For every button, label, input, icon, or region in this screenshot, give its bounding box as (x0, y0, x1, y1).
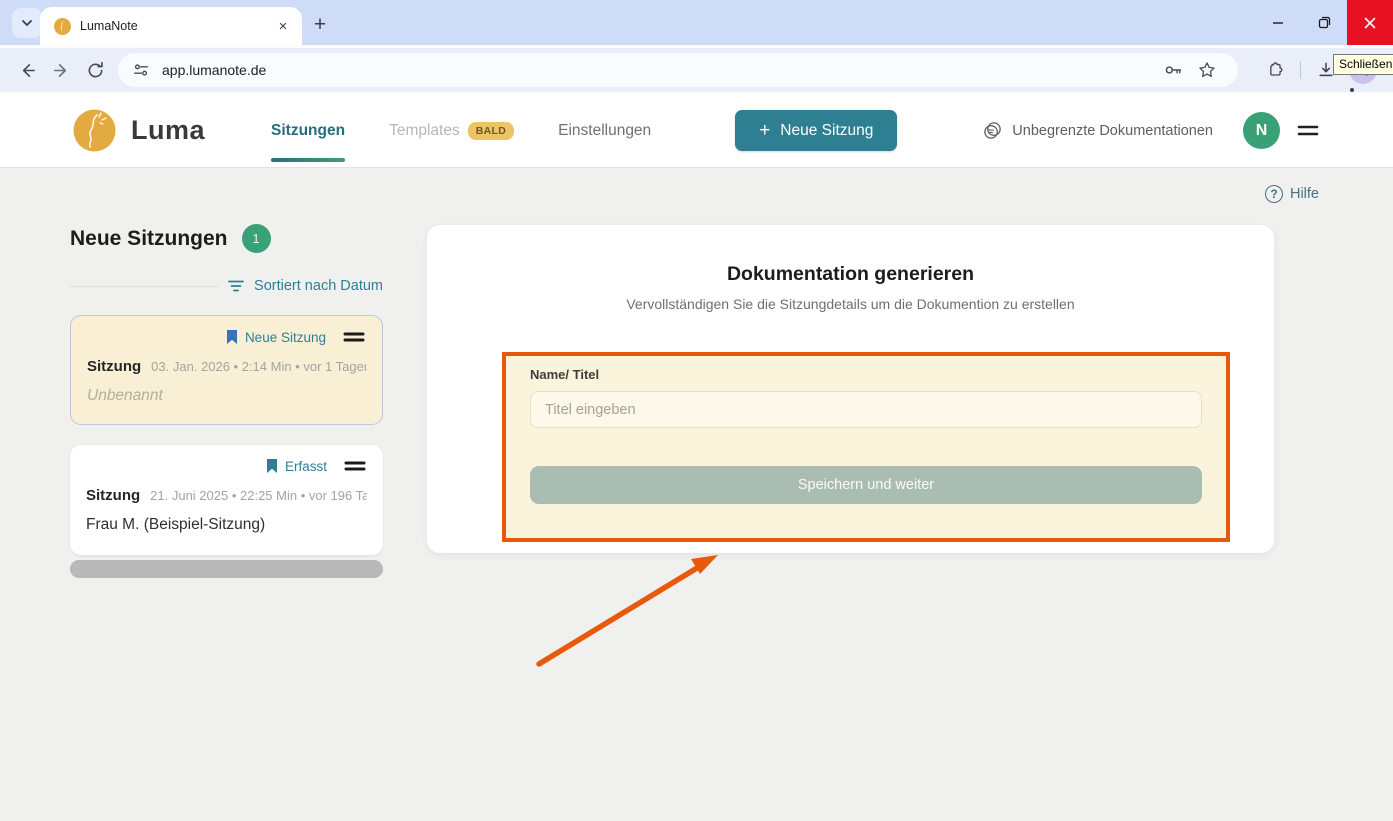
plus-icon: + (759, 121, 770, 140)
session-type: Sitzung (86, 487, 140, 504)
title-field-label: Name/ Titel (530, 367, 1202, 382)
session-name[interactable]: Unbenannt (87, 387, 366, 405)
close-window-button[interactable] (1347, 0, 1393, 45)
help-label: Hilfe (1290, 186, 1319, 202)
session-type: Sitzung (87, 358, 141, 375)
close-icon (1364, 17, 1376, 29)
session-status-tag[interactable]: Neue Sitzung (225, 329, 326, 345)
card-menu-icon (342, 330, 366, 344)
reload-button[interactable] (78, 53, 112, 87)
back-icon (18, 61, 37, 80)
tab-search-button[interactable] (12, 8, 42, 38)
browser-window: LumaNote × + app.lumanote.d (0, 0, 1393, 821)
forward-button[interactable] (44, 53, 78, 87)
panel-subtitle: Vervollständigen Sie die Sitzungdetails … (427, 296, 1274, 312)
nav-item-einstellungen[interactable]: Einstellungen (536, 94, 673, 167)
url-text[interactable]: app.lumanote.de (162, 62, 1156, 78)
bookmark-icon (225, 329, 239, 345)
page-content: ? Hilfe Neue Sitzungen 1 Sortiert nach D… (0, 168, 1393, 821)
session-card-new[interactable]: Neue Sitzung Sitzung 03. Jan. 2026 • 2:1… (70, 315, 383, 425)
active-tab-underline (271, 158, 345, 162)
window-controls (1255, 0, 1393, 45)
back-button[interactable] (10, 53, 44, 87)
save-and-continue-button[interactable]: Speichern und weiter (530, 466, 1202, 504)
restore-button[interactable] (1301, 0, 1347, 45)
session-meta: 03. Jan. 2026 • 2:14 Min • vor 1 Tagen (151, 359, 366, 374)
plan-label: Unbegrenzte Dokumentationen (1012, 123, 1213, 139)
plan-indicator: Unbegrenzte Dokumentationen (982, 120, 1213, 141)
session-count-badge: 1 (242, 224, 271, 253)
forward-icon (52, 61, 71, 80)
site-settings-icon (132, 61, 150, 79)
nav-item-sitzungen[interactable]: Sitzungen (249, 94, 367, 167)
annotation-highlight-box: Name/ Titel Speichern und weiter (502, 352, 1230, 542)
menu-kebab-icon[interactable] (1350, 88, 1354, 92)
nav-item-templates[interactable]: Templates BALD (367, 94, 536, 167)
brand[interactable]: Luma (72, 108, 205, 153)
card-menu-button[interactable] (343, 459, 367, 473)
browser-tab[interactable]: LumaNote × (40, 7, 302, 45)
panel-title: Dokumentation generieren (427, 263, 1274, 286)
tab-close-icon[interactable]: × (274, 17, 292, 35)
card-menu-icon (343, 459, 367, 473)
session-card-example[interactable]: Erfasst Sitzung 21. Juni 2025 • 22:25 Mi… (70, 445, 383, 555)
session-status-tag[interactable]: Erfasst (265, 458, 327, 474)
question-icon: ? (1265, 185, 1283, 203)
chevron-down-icon (20, 16, 34, 30)
app-header: Luma Sitzungen Templates BALD Einstellun… (0, 94, 1393, 168)
help-link[interactable]: ? Hilfe (1265, 185, 1319, 203)
bookmark-icon (265, 458, 279, 474)
title-input[interactable] (530, 391, 1202, 428)
session-name[interactable]: Frau M. (Beispiel-Sitzung) (86, 516, 367, 534)
key-icon (1162, 59, 1184, 81)
address-bar[interactable]: app.lumanote.de (118, 53, 1238, 87)
sidebar-header: Neue Sitzungen 1 (70, 224, 271, 253)
tab-favicon-icon (54, 18, 71, 35)
restore-icon (1318, 16, 1331, 29)
session-progress-bar (70, 560, 383, 578)
new-tab-button[interactable]: + (306, 11, 334, 39)
sort-row: Sortiert nach Datum (70, 278, 383, 294)
tab-title: LumaNote (80, 19, 274, 33)
brand-name: Luma (131, 115, 205, 146)
coming-soon-badge: BALD (468, 122, 514, 140)
new-session-button[interactable]: + Neue Sitzung (735, 110, 897, 151)
card-menu-button[interactable] (342, 330, 366, 344)
divider (70, 286, 218, 287)
close-button-tooltip: Schließen (1333, 54, 1393, 75)
password-manager-button[interactable] (1156, 53, 1190, 87)
documentation-panel: Dokumentation generieren Vervollständige… (427, 225, 1274, 553)
user-avatar[interactable]: N (1243, 112, 1280, 149)
puzzle-icon (1265, 60, 1285, 80)
extensions-button[interactable] (1258, 53, 1292, 87)
hamburger-icon (1296, 122, 1320, 140)
minimize-icon (1272, 17, 1284, 29)
toolbar-divider (1300, 61, 1301, 79)
header-right: Unbegrenzte Dokumentationen N (982, 112, 1320, 149)
luma-logo-icon (72, 108, 117, 153)
annotation-arrow (525, 548, 735, 678)
sidebar-title: Neue Sitzungen (70, 227, 228, 251)
bookmark-page-button[interactable] (1190, 53, 1224, 87)
minimize-button[interactable] (1255, 0, 1301, 45)
documents-icon (982, 120, 1003, 141)
sort-by-date-link[interactable]: Sortiert nach Datum (254, 278, 383, 294)
tab-strip: LumaNote × + (0, 0, 1393, 45)
app-menu-button[interactable] (1296, 122, 1320, 140)
session-meta: 21. Juni 2025 • 22:25 Min • vor 196 Tage (150, 488, 367, 503)
reload-icon (86, 61, 105, 80)
main-nav: Sitzungen Templates BALD Einstellungen (249, 94, 673, 167)
browser-toolbar: app.lumanote.de (0, 45, 1393, 94)
filter-icon (227, 279, 245, 293)
star-icon (1197, 60, 1217, 80)
